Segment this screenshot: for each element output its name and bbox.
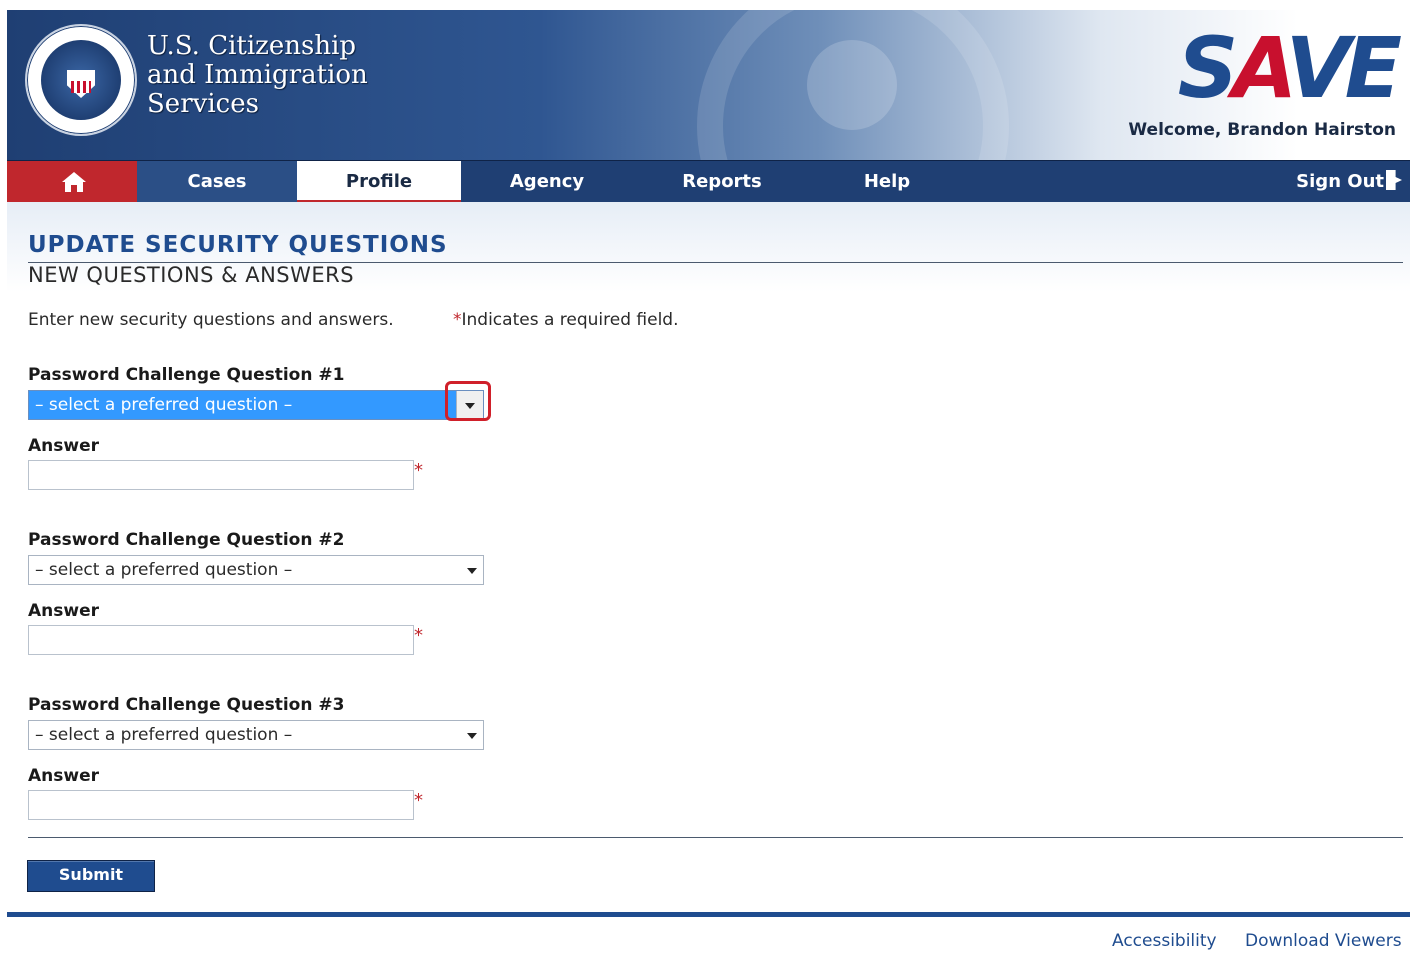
required-note: *Indicates a required field. bbox=[453, 310, 679, 330]
nav-help[interactable]: Help bbox=[807, 161, 967, 203]
chevron-down-icon bbox=[467, 733, 477, 739]
agency-name: U.S. Citizenship and Immigration Service… bbox=[147, 32, 368, 119]
site-header: U.S. Citizenship and Immigration Service… bbox=[7, 10, 1410, 160]
sign-out-label: Sign Out bbox=[1296, 171, 1384, 192]
sign-out-icon bbox=[1386, 170, 1402, 190]
sign-out-link[interactable]: Sign Out bbox=[1272, 161, 1402, 203]
question-3-selected: – select a preferred question – bbox=[35, 725, 293, 745]
answer-2-label: Answer bbox=[28, 601, 99, 621]
page-title: UPDATE SECURITY QUESTIONS bbox=[28, 232, 448, 258]
question-1-select[interactable]: – select a preferred question – bbox=[28, 390, 484, 420]
answer-2-input[interactable] bbox=[28, 625, 414, 655]
question-2-select[interactable]: – select a preferred question – bbox=[28, 555, 484, 585]
intro-text: Enter new security questions and answers… bbox=[28, 310, 394, 330]
nav-cases[interactable]: Cases bbox=[137, 161, 297, 203]
answer-1-label: Answer bbox=[28, 436, 99, 456]
footer-bar bbox=[7, 912, 1410, 917]
agency-name-line: and Immigration bbox=[147, 60, 368, 90]
save-logo: SAVE bbox=[1177, 19, 1402, 117]
page-frame: U.S. Citizenship and Immigration Service… bbox=[7, 10, 1410, 954]
page-subtitle: NEW QUESTIONS & ANSWERS bbox=[28, 263, 355, 287]
main-nav: Cases Profile Agency Reports Help Sign O… bbox=[7, 160, 1410, 205]
question-3-select[interactable]: – select a preferred question – bbox=[28, 720, 484, 750]
nav-reports[interactable]: Reports bbox=[639, 161, 805, 203]
agency-name-line: U.S. Citizenship bbox=[147, 31, 357, 61]
question-2-selected: – select a preferred question – bbox=[35, 560, 293, 580]
question-2-label: Password Challenge Question #2 bbox=[28, 530, 345, 550]
home-icon bbox=[62, 172, 86, 192]
dhs-seal-logo bbox=[25, 24, 137, 136]
dropdown-callout-highlight bbox=[445, 381, 491, 421]
submit-button[interactable]: Submit bbox=[27, 860, 155, 892]
answer-1-input[interactable] bbox=[28, 460, 414, 490]
required-note-text: Indicates a required field. bbox=[461, 310, 679, 330]
answer-3-required-star: * bbox=[414, 790, 423, 811]
question-1-label: Password Challenge Question #1 bbox=[28, 365, 345, 385]
nav-home[interactable] bbox=[7, 161, 137, 203]
answer-3-label: Answer bbox=[28, 766, 99, 786]
nav-agency[interactable]: Agency bbox=[467, 161, 627, 203]
agency-name-line: Services bbox=[147, 89, 259, 119]
required-star: * bbox=[453, 310, 462, 330]
question-3-label: Password Challenge Question #3 bbox=[28, 695, 345, 715]
nav-profile[interactable]: Profile bbox=[297, 161, 461, 203]
form-divider bbox=[28, 837, 1403, 838]
answer-2-required-star: * bbox=[414, 625, 423, 646]
chevron-down-icon bbox=[467, 568, 477, 574]
answer-1-required-star: * bbox=[414, 460, 423, 481]
welcome-message: Welcome, Brandon Hairston bbox=[1128, 120, 1396, 140]
eagle-watermark bbox=[807, 40, 897, 130]
accessibility-link[interactable]: Accessibility bbox=[1112, 931, 1217, 951]
answer-3-input[interactable] bbox=[28, 790, 414, 820]
question-1-selected: – select a preferred question – bbox=[35, 395, 293, 415]
download-viewers-link[interactable]: Download Viewers bbox=[1245, 931, 1402, 951]
